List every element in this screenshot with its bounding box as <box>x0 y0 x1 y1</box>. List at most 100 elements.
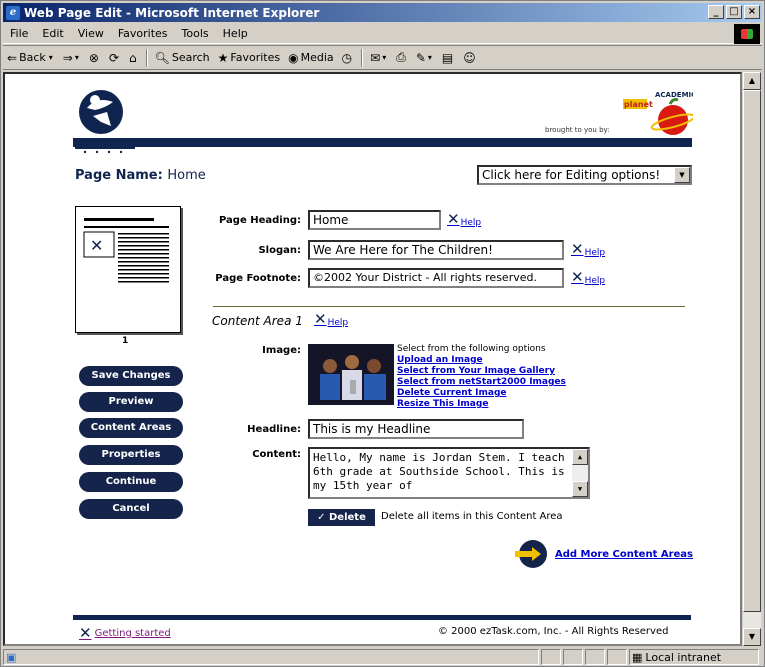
page-footnote-input[interactable]: ©2002 Your District - All rights reserve… <box>308 268 564 288</box>
svg-text:ACADEMIC: ACADEMIC <box>655 91 693 99</box>
resize-image-link[interactable]: Resize This Image <box>397 399 566 410</box>
upload-image-link[interactable]: Upload an Image <box>397 355 566 366</box>
svg-text:planet: planet <box>624 100 653 109</box>
headline-label: Headline: <box>247 424 301 435</box>
maximize-button[interactable]: □ <box>726 5 742 19</box>
forward-arrow-icon: ⇒ <box>62 50 73 65</box>
page-layout-thumbnail[interactable]: ✕ <box>75 206 181 333</box>
delete-image-link[interactable]: Delete Current Image <box>397 388 566 399</box>
page-heading-label: Page Heading: <box>219 215 301 226</box>
save-changes-button[interactable]: Save Changes <box>79 366 183 386</box>
content-textarea[interactable]: Hello, My name is Jordan Stem. I teach 6… <box>308 447 590 499</box>
title-bar: e Web Page Edit - Microsoft Internet Exp… <box>3 3 762 22</box>
delete-content-button[interactable]: ✓ Delete <box>308 509 375 526</box>
history-button[interactable]: ◷ <box>338 51 358 65</box>
slogan-input[interactable]: We Are Here for The Children! <box>308 240 564 260</box>
add-more-content-areas[interactable]: Add More Content Areas <box>515 540 693 568</box>
runner-icon: ✕ <box>314 310 327 328</box>
refresh-icon: ⟳ <box>108 50 119 65</box>
mail-button[interactable]: ✉ ▾ <box>366 51 392 65</box>
add-more-link[interactable]: Add More Content Areas <box>555 549 693 560</box>
menu-help[interactable]: Help <box>216 27 255 40</box>
stop-button[interactable]: ⊗ <box>85 51 105 65</box>
edit-button[interactable]: ✎ ▾ <box>412 51 438 65</box>
help-link-heading[interactable]: ✕ Help <box>447 210 481 228</box>
close-button[interactable]: × <box>744 5 760 19</box>
help-link-footnote[interactable]: ✕ Help <box>571 268 605 286</box>
copyright: © 2000 ezTask.com, Inc. - All Rights Res… <box>438 626 669 637</box>
runner-icon: ✕ <box>571 268 584 286</box>
help-link-content-area[interactable]: ✕ Help <box>314 310 348 328</box>
forward-button[interactable]: ⇒ ▾ <box>59 51 85 65</box>
scroll-down-icon[interactable]: ▼ <box>572 481 588 497</box>
page-name: Page Name: Home <box>75 168 206 183</box>
cancel-button[interactable]: Cancel <box>79 499 183 519</box>
print-button[interactable]: ⎙ <box>392 50 412 65</box>
content-area-title: Content Area 1 <box>212 314 303 328</box>
messenger-button[interactable]: ☺ <box>459 51 482 65</box>
media-button[interactable]: ◉ Media <box>284 51 338 65</box>
menu-tools[interactable]: Tools <box>175 27 216 40</box>
page-icon: ▣ <box>6 650 17 664</box>
edit-icon: ✎ <box>415 50 426 65</box>
scroll-down-icon[interactable]: ▼ <box>743 628 761 646</box>
search-icon: 🔍︎ <box>154 50 170 65</box>
favorites-icon: ★ <box>217 50 229 65</box>
properties-button[interactable]: Properties <box>79 445 183 465</box>
thumbnail-number: 1 <box>122 336 129 346</box>
messenger-icon: ☺ <box>463 50 476 65</box>
media-icon: ◉ <box>288 50 299 65</box>
layout-preview-icon: ✕ <box>83 218 169 283</box>
menu-view[interactable]: View <box>71 27 111 40</box>
back-button[interactable]: ⇐ Back ▾ <box>3 51 59 65</box>
page-scrollbar[interactable]: ▲ ▼ <box>743 72 761 646</box>
window-title: Web Page Edit - Microsoft Internet Explo… <box>24 5 320 20</box>
content-image <box>308 344 394 405</box>
page-footnote-label: Page Footnote: <box>215 273 301 284</box>
brought-to-you-by: brought to you by: <box>545 126 610 134</box>
textarea-scrollbar[interactable]: ▲ ▼ <box>572 449 588 497</box>
minimize-button[interactable]: _ <box>708 5 724 19</box>
academic-planet-logo: ACADEMIC planet <box>623 91 693 135</box>
divider <box>213 306 685 307</box>
status-text: ▣ <box>3 649 539 665</box>
runner-icon: ✕ <box>447 210 460 228</box>
favorites-button[interactable]: ★ Favorites <box>214 51 284 65</box>
footer-bar <box>73 615 691 620</box>
runner-icon: ✕ <box>571 240 584 258</box>
toolbar: ⇐ Back ▾ ⇒ ▾ ⊗ ⟳ ⌂ 🔍︎ Search ★ Favorites ◉ Med… <box>3 45 762 70</box>
slogan-label: Slogan: <box>258 245 301 256</box>
intranet-icon: ▦ <box>632 650 643 664</box>
print-icon: ⎙ <box>396 50 406 64</box>
mail-icon: ✉ <box>370 50 381 65</box>
arrow-right-icon <box>515 540 547 568</box>
headline-input[interactable]: This is my Headline <box>308 419 524 439</box>
editing-options-select[interactable]: Click here for Editing options! ▼ <box>477 165 692 185</box>
scroll-thumb[interactable] <box>743 90 761 612</box>
help-link-slogan[interactable]: ✕ Help <box>571 240 605 258</box>
home-icon: ⌂ <box>129 50 137 65</box>
home-button[interactable]: ⌂ <box>125 51 143 65</box>
image-gallery-link[interactable]: Select from Your Image Gallery <box>397 366 566 377</box>
refresh-button[interactable]: ⟳ <box>105 51 125 65</box>
page-viewport: net Start brought to you by: ACADEMIC pl… <box>3 72 742 646</box>
page-name-value: Home <box>167 168 206 183</box>
preview-button[interactable]: Preview <box>79 392 183 412</box>
scroll-up-icon[interactable]: ▲ <box>572 449 588 465</box>
continue-button[interactable]: Continue <box>79 472 183 492</box>
chevron-down-icon: ▼ <box>674 167 690 183</box>
discuss-button[interactable]: ▤ <box>438 51 459 65</box>
image-label: Image: <box>262 345 301 356</box>
search-button[interactable]: 🔍︎ Search <box>151 51 214 65</box>
delete-description: Delete all items in this Content Area <box>381 511 563 522</box>
page-heading-input[interactable]: Home <box>308 210 441 230</box>
content-areas-button[interactable]: Content Areas <box>79 418 183 438</box>
menu-edit[interactable]: Edit <box>35 27 70 40</box>
menu-favorites[interactable]: Favorites <box>111 27 175 40</box>
getting-started-link[interactable]: ✕ Getting started <box>79 624 171 642</box>
netstart-images-link[interactable]: Select from netStart2000 Images <box>397 377 566 388</box>
windows-logo-icon <box>734 24 760 44</box>
menu-file[interactable]: File <box>3 27 35 40</box>
content-label: Content: <box>252 449 301 460</box>
scroll-up-icon[interactable]: ▲ <box>743 72 761 90</box>
